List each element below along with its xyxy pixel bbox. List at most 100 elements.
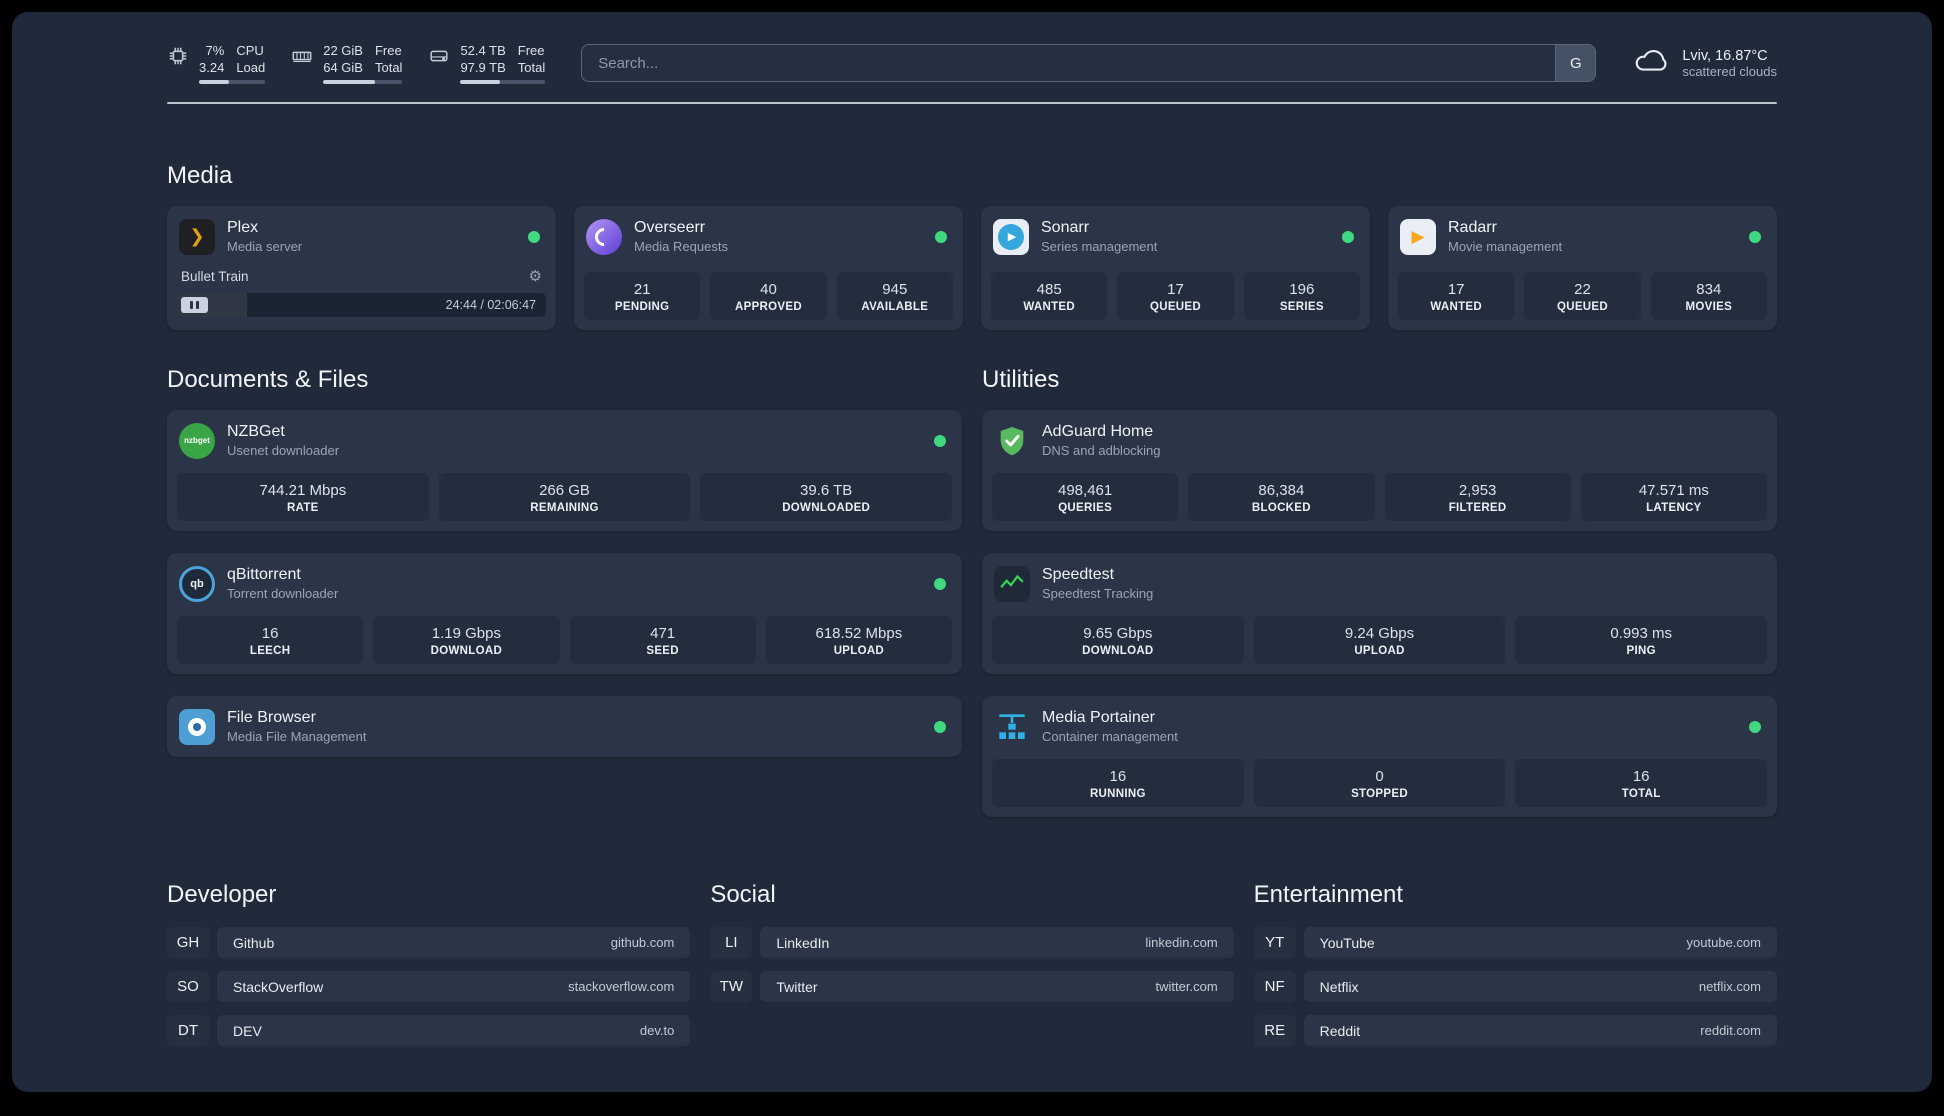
playback-progress-bar[interactable]: 24:44 / 02:06:47 [177, 293, 546, 317]
speedtest-card: Speedtest Speedtest Tracking 9.65 Gbps D… [982, 553, 1777, 674]
stat-value: 2,953 [1458, 482, 1497, 499]
radarr-card-header[interactable]: ▶ Radarr Movie management [1398, 216, 1767, 257]
dashboard-panel: 7% 3.24 CPU Load 22 GiB 64 GiB Free Tota… [12, 12, 1932, 1092]
stat-tile: 16 LEECH [177, 616, 364, 664]
gear-icon[interactable]: ⚙ [529, 267, 542, 285]
filebrowser-card-header[interactable]: File Browser Media File Management [177, 706, 952, 747]
portainer-card-header[interactable]: Media Portainer Container management [992, 706, 1767, 747]
cpu-load-value: 3.24 [199, 60, 225, 75]
bookmark-youtube[interactable]: YT YouTube youtube.com [1254, 927, 1777, 958]
search-provider-button[interactable]: G [1555, 45, 1596, 81]
bookmark-dev[interactable]: DT DEV dev.to [167, 1015, 691, 1046]
topbar-divider [167, 102, 1777, 104]
memory-free-value: 22 GiB [323, 43, 363, 58]
bookmark-abbr: GH [167, 927, 209, 958]
stat-value: 21 [633, 281, 651, 298]
overseerr-card-header[interactable]: Overseerr Media Requests [584, 216, 953, 257]
stat-tile: 21 PENDING [584, 272, 701, 320]
stat-label: FILTERED [1448, 502, 1507, 514]
stat-value: 834 [1696, 281, 1722, 298]
top-bar: 7% 3.24 CPU Load 22 GiB 64 GiB Free Tota… [167, 42, 1777, 84]
stat-value: 485 [1036, 281, 1062, 298]
nzbget-card-header[interactable]: nzbget NZBGet Usenet downloader [177, 420, 952, 461]
overseerr-stats: 21 PENDING 40 APPROVED 945 AVAILABLE [584, 272, 953, 320]
stat-tile: 9.65 Gbps DOWNLOAD [992, 616, 1244, 664]
qbittorrent-card: qb qBittorrent Torrent downloader 16 LEE… [167, 553, 962, 674]
bookmark-abbr: LI [710, 927, 752, 958]
sonarr-icon: ▶ [993, 218, 1029, 255]
speedtest-card-header[interactable]: Speedtest Speedtest Tracking [992, 563, 1767, 604]
stat-value: 22 [1574, 281, 1591, 298]
stat-label: QUERIES [1058, 502, 1113, 514]
bookmark-netflix[interactable]: NF Netflix netflix.com [1254, 971, 1777, 1002]
overseerr-card: Overseerr Media Requests 21 PENDING 40 A… [574, 206, 963, 330]
stat-tile: 485 WANTED [991, 272, 1108, 320]
stat-tile: 39.6 TB DOWNLOADED [700, 473, 953, 521]
adguard-subtitle: DNS and adblocking [1042, 443, 1161, 458]
stat-tile: 47.571 ms LATENCY [1580, 473, 1767, 521]
stat-label: REMAINING [530, 502, 599, 514]
bookmark-url: dev.to [639, 1023, 675, 1038]
radarr-icon: ▶ [1400, 218, 1436, 255]
memory-progress-bar [323, 80, 403, 84]
weather-condition: scattered clouds [1682, 63, 1777, 79]
stat-value: 40 [760, 281, 777, 298]
bookmark-url: github.com [610, 935, 675, 950]
stat-value: 17 [1447, 281, 1465, 298]
bookmark-url: netflix.com [1698, 979, 1761, 994]
memory-icon [291, 45, 313, 72]
stat-label: PENDING [614, 301, 670, 313]
sonarr-card-header[interactable]: ▶ Sonarr Series management [991, 216, 1360, 257]
portainer-title: Media Portainer [1042, 709, 1155, 726]
stat-tile: 2,953 FILTERED [1384, 473, 1571, 521]
entertainment-column: Entertainment YT YouTube youtube.com NF … [1254, 881, 1777, 1059]
stat-value: 266 GB [539, 482, 590, 499]
playback-time: 24:44 / 02:06:47 [445, 298, 536, 312]
stat-tile: 17 WANTED [1398, 272, 1515, 320]
adguard-icon [994, 423, 1030, 459]
bookmark-reddit[interactable]: RE Reddit reddit.com [1254, 1015, 1777, 1046]
stat-tile: 9.24 Gbps UPLOAD [1253, 616, 1506, 664]
bookmark-name: Twitter [776, 978, 818, 995]
stat-label: STOPPED [1351, 788, 1408, 800]
qbittorrent-card-header[interactable]: qb qBittorrent Torrent downloader [177, 563, 952, 604]
bookmark-stackoverflow[interactable]: SO StackOverflow stackoverflow.com [167, 971, 691, 1002]
stat-tile: 196 SERIES [1243, 272, 1360, 320]
cpu-usage-label: CPU [236, 43, 264, 58]
stat-tile: 86,384 BLOCKED [1188, 473, 1375, 521]
bookmark-linkedin[interactable]: LI LinkedIn linkedin.com [710, 927, 1234, 958]
adguard-card-header[interactable]: AdGuard Home DNS and adblocking [992, 420, 1767, 461]
stat-tile: 0.993 ms PING [1515, 616, 1768, 664]
pause-button[interactable] [181, 297, 208, 313]
stat-label: UPLOAD [1354, 645, 1405, 657]
stat-value: 744.21 Mbps [259, 482, 347, 499]
stat-value: 471 [650, 625, 676, 642]
cpu-progress-bar [199, 80, 266, 84]
media-grid: ❯ Plex Media server Bullet Train ⚙ 24:44… [167, 206, 1777, 330]
stat-label: MOVIES [1685, 301, 1733, 313]
bookmark-name: Reddit [1319, 1022, 1361, 1039]
search-input[interactable] [582, 45, 1556, 81]
bookmark-twitter[interactable]: TW Twitter twitter.com [710, 971, 1234, 1002]
stat-label: LEECH [249, 645, 291, 657]
portainer-stats: 16 RUNNING 0 STOPPED 16 TOTAL [992, 759, 1768, 807]
stat-label: APPROVED [735, 301, 802, 313]
social-column: Social LI LinkedIn linkedin.com TW Twitt… [710, 881, 1234, 1015]
radarr-status-dot [1749, 230, 1761, 243]
section-heading-developer: Developer [167, 881, 277, 908]
stat-label: LATENCY [1646, 502, 1702, 514]
stat-value: 0.993 ms [1610, 625, 1673, 642]
stat-value: 9.65 Gbps [1083, 625, 1153, 642]
memory-total-value: 64 GiB [323, 60, 363, 75]
stat-tile: 471 SEED [569, 616, 756, 664]
cpu-widget: 7% 3.24 CPU Load [167, 42, 266, 84]
bookmark-url: linkedin.com [1145, 935, 1218, 950]
stat-label: PING [1626, 645, 1656, 657]
bookmark-url: stackoverflow.com [568, 979, 675, 994]
plex-card-header[interactable]: ❯ Plex Media server [177, 216, 546, 257]
stat-label: SERIES [1279, 301, 1324, 313]
nzbget-icon: nzbget [179, 422, 215, 459]
bookmark-github[interactable]: GH Github github.com [167, 927, 691, 958]
stat-tile: 1.19 Gbps DOWNLOAD [373, 616, 560, 664]
stat-label: SEED [646, 645, 679, 657]
